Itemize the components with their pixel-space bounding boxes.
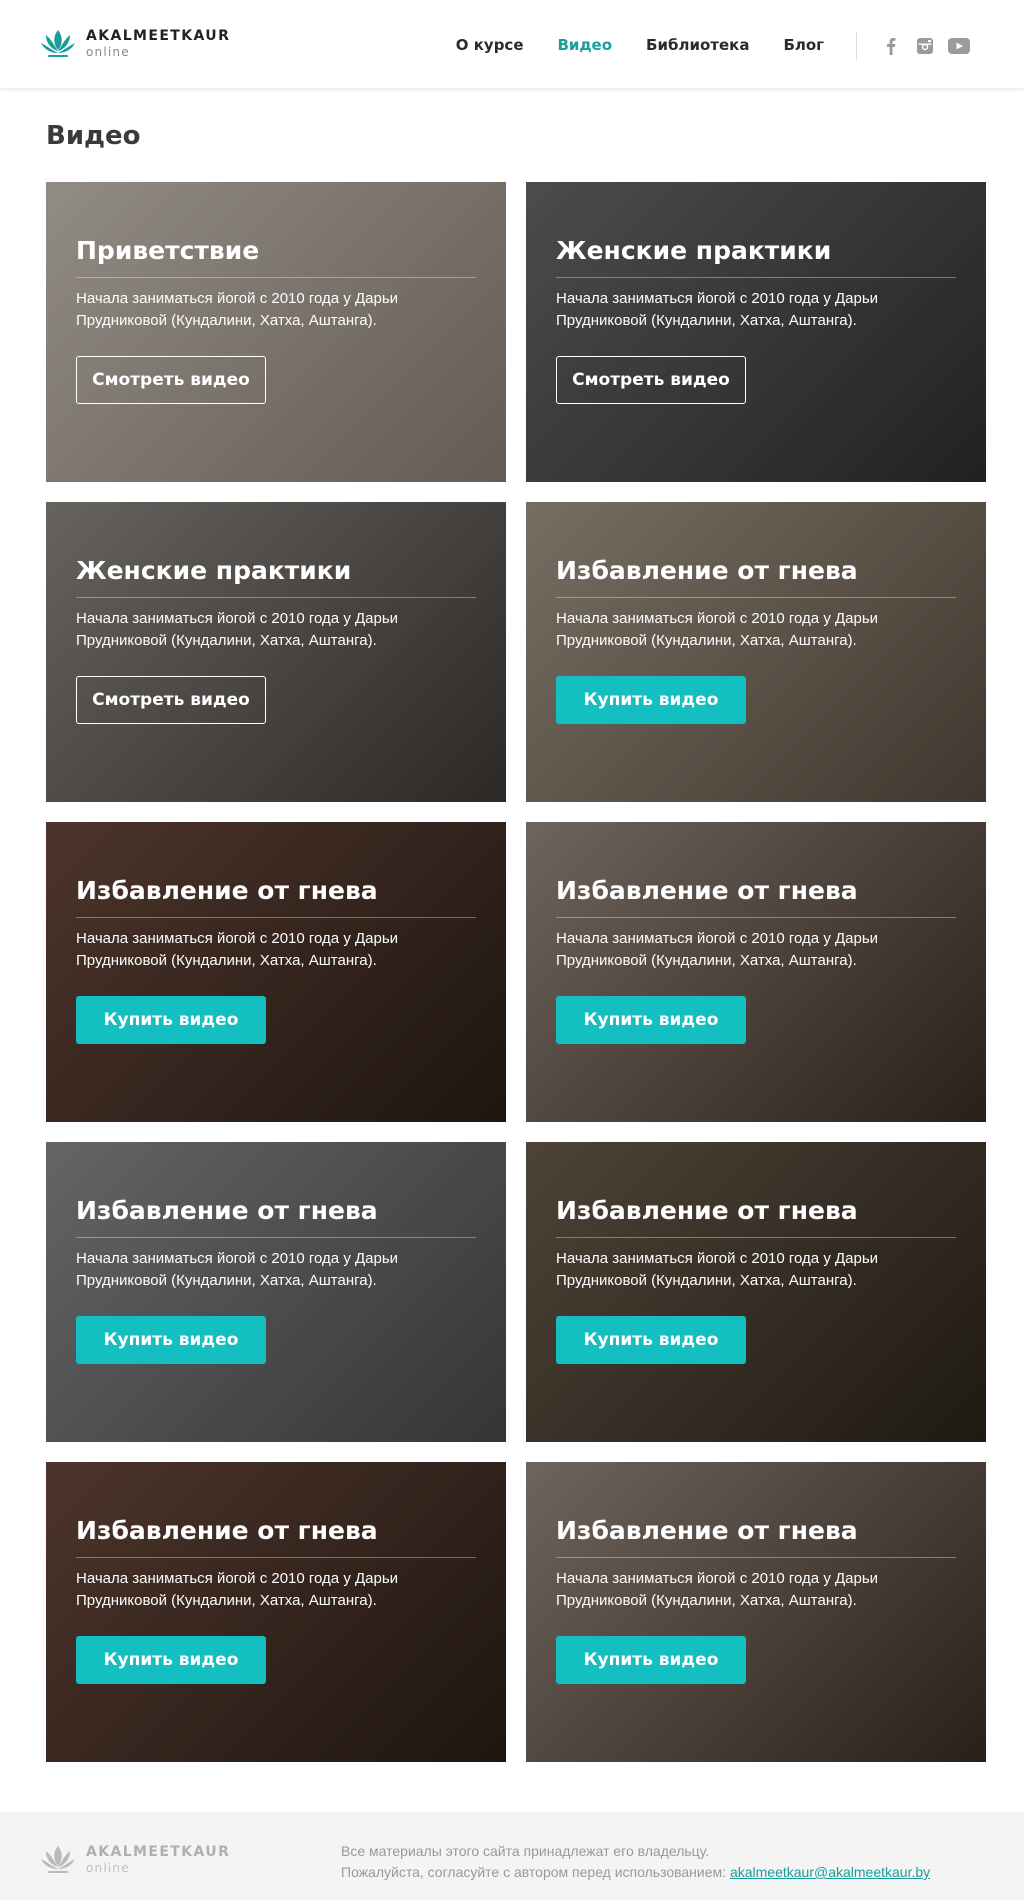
card-divider: [76, 917, 476, 918]
footer-logo-subtitle: online: [86, 1860, 130, 1875]
card-description: Начала заниматься йогой с 2010 года у Да…: [556, 1250, 879, 1289]
logo-name: AKALMEETKAUR: [86, 27, 231, 44]
card-description: Начала заниматься йогой с 2010 года у Да…: [76, 1250, 399, 1289]
nav-item-library[interactable]: Библиотека: [646, 36, 749, 54]
site-footer: AKALMEETKAUR online Все материалы этого …: [0, 1812, 1024, 1900]
buy-video-button[interactable]: Купить видео: [76, 1636, 266, 1684]
header-divider: [856, 32, 857, 60]
buy-video-button[interactable]: Купить видео: [556, 676, 746, 724]
video-card: Избавление от гнева Начала заниматься йо…: [46, 1462, 506, 1762]
video-card: Приветствие Начала заниматься йогой с 20…: [46, 182, 506, 482]
youtube-icon[interactable]: [948, 36, 970, 56]
social-links: [880, 36, 982, 56]
lotus-icon: [41, 1846, 75, 1873]
buy-video-button[interactable]: Купить видео: [76, 1316, 266, 1364]
card-description: Начала заниматься йогой с 2010 года у Да…: [76, 930, 399, 969]
watch-video-button[interactable]: Смотреть видео: [76, 356, 266, 404]
logo-subtitle: online: [86, 44, 130, 59]
card-divider: [556, 1237, 956, 1238]
card-title: Избавление от гнева: [556, 876, 858, 905]
card-divider: [556, 917, 956, 918]
card-description: Начала заниматься йогой с 2010 года у Да…: [556, 610, 879, 649]
card-title: Избавление от гнева: [76, 876, 378, 905]
card-title: Женские практики: [556, 236, 832, 265]
footer-logo[interactable]: AKALMEETKAUR online: [40, 1842, 230, 1876]
card-title: Женские практики: [76, 556, 352, 585]
card-title: Избавление от гнева: [556, 1516, 858, 1545]
video-card: Избавление от гнева Начала заниматься йо…: [526, 1142, 986, 1442]
nav-item-video[interactable]: Видео: [558, 36, 613, 54]
video-card: Избавление от гнева Начала заниматься йо…: [46, 1142, 506, 1442]
buy-video-button[interactable]: Купить видео: [556, 1316, 746, 1364]
footer-copyright: Все материалы этого сайта принадлежат ег…: [341, 1841, 930, 1883]
video-card: Избавление от гнева Начала заниматься йо…: [526, 502, 986, 802]
card-divider: [76, 277, 476, 278]
main-nav: О курсе Видео Библиотека Блог: [422, 36, 824, 54]
footer-logo-name: AKALMEETKAUR: [86, 1843, 231, 1860]
watch-video-button[interactable]: Смотреть видео: [76, 676, 266, 724]
video-card: Женские практики Начала заниматься йогой…: [526, 182, 986, 482]
card-title: Избавление от гнева: [556, 556, 858, 585]
nav-item-blog[interactable]: Блог: [783, 36, 824, 54]
card-description: Начала заниматься йогой с 2010 года у Да…: [76, 1570, 399, 1609]
video-card: Избавление от гнева Начала заниматься йо…: [526, 1462, 986, 1762]
card-description: Начала заниматься йогой с 2010 года у Да…: [556, 290, 879, 329]
instagram-icon[interactable]: [914, 36, 936, 56]
footer-email-link[interactable]: akalmeetkaur@akalmeetkaur.by: [730, 1864, 930, 1880]
card-description: Начала заниматься йогой с 2010 года у Да…: [76, 290, 399, 329]
card-divider: [76, 1237, 476, 1238]
card-title: Избавление от гнева: [76, 1516, 378, 1545]
buy-video-button[interactable]: Купить видео: [556, 1636, 746, 1684]
buy-video-button[interactable]: Купить видео: [76, 996, 266, 1044]
card-description: Начала заниматься йогой с 2010 года у Да…: [76, 610, 399, 649]
lotus-icon: [41, 30, 75, 57]
footer-line-2: Пожалуйста, согласуйте с автором перед и…: [341, 1864, 730, 1880]
facebook-icon[interactable]: [880, 36, 902, 56]
page-title: Видео: [46, 121, 141, 151]
video-card: Женские практики Начала заниматься йогой…: [46, 502, 506, 802]
card-divider: [76, 1557, 476, 1558]
watch-video-button[interactable]: Смотреть видео: [556, 356, 746, 404]
card-divider: [556, 597, 956, 598]
card-description: Начала заниматься йогой с 2010 года у Да…: [556, 930, 879, 969]
card-divider: [556, 277, 956, 278]
buy-video-button[interactable]: Купить видео: [556, 996, 746, 1044]
logo[interactable]: AKALMEETKAUR online: [40, 26, 230, 60]
video-card: Избавление от гнева Начала заниматься йо…: [46, 822, 506, 1122]
video-card: Избавление от гнева Начала заниматься йо…: [526, 822, 986, 1122]
card-title: Избавление от гнева: [556, 1196, 858, 1225]
card-description: Начала заниматься йогой с 2010 года у Да…: [556, 1570, 879, 1609]
card-title: Приветствие: [76, 236, 260, 265]
footer-line-1: Все материалы этого сайта принадлежат ег…: [341, 1843, 710, 1859]
card-divider: [76, 597, 476, 598]
card-divider: [556, 1557, 956, 1558]
nav-item-about[interactable]: О курсе: [456, 36, 524, 54]
site-header: AKALMEETKAUR online О курсе Видео Библио…: [0, 0, 1024, 88]
card-title: Избавление от гнева: [76, 1196, 378, 1225]
